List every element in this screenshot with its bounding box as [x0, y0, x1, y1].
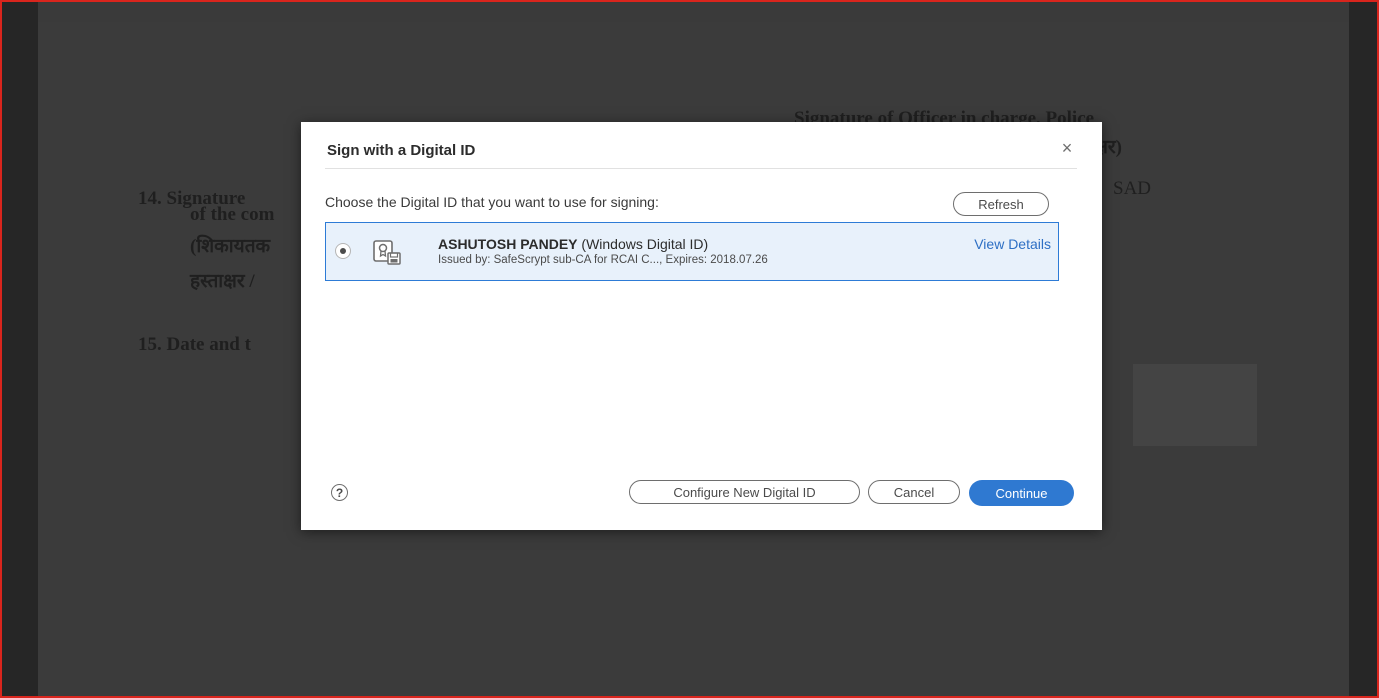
digital-id-title: ASHUTOSH PANDEY (Windows Digital ID)	[438, 236, 708, 252]
right-gutter	[1349, 2, 1377, 696]
cancel-button[interactable]: Cancel	[868, 480, 960, 504]
top-strip	[38, 2, 1349, 22]
digital-id-row[interactable]: ASHUTOSH PANDEY (Windows Digital ID) Iss…	[325, 222, 1059, 281]
certificate-icon	[373, 240, 401, 265]
dialog-title: Sign with a Digital ID	[327, 142, 476, 159]
digital-id-type: (Windows Digital ID)	[581, 236, 709, 252]
configure-new-id-button[interactable]: Configure New Digital ID	[629, 480, 860, 504]
sign-digital-id-dialog: Sign with a Digital ID × Choose the Digi…	[301, 122, 1102, 530]
item15-line: 15. Date and t	[138, 334, 251, 355]
help-icon[interactable]: ?	[331, 484, 348, 501]
screenshot-frame: Signature of Officer in charge, Police ा…	[0, 0, 1379, 698]
choose-id-prompt: Choose the Digital ID that you want to u…	[325, 194, 659, 210]
refresh-button[interactable]: Refresh	[953, 192, 1049, 216]
item14-line4: हस्ताक्षर /	[190, 271, 255, 292]
item14-line2: of the com	[190, 204, 275, 225]
signature-field-box	[1133, 364, 1257, 446]
digital-id-issued: Issued by: SafeScrypt sub-CA for RCAI C.…	[438, 254, 768, 266]
digital-id-radio[interactable]	[335, 243, 351, 259]
view-details-link[interactable]: View Details	[974, 236, 1051, 252]
digital-id-name: ASHUTOSH PANDEY	[438, 236, 578, 252]
officer-name-fragment: SAD	[1113, 178, 1152, 199]
close-icon[interactable]: ×	[1059, 139, 1075, 157]
continue-button[interactable]: Continue	[969, 480, 1074, 506]
item14-line3: (शिकायतक	[190, 236, 271, 257]
title-divider	[325, 168, 1077, 169]
left-gutter	[2, 2, 38, 696]
